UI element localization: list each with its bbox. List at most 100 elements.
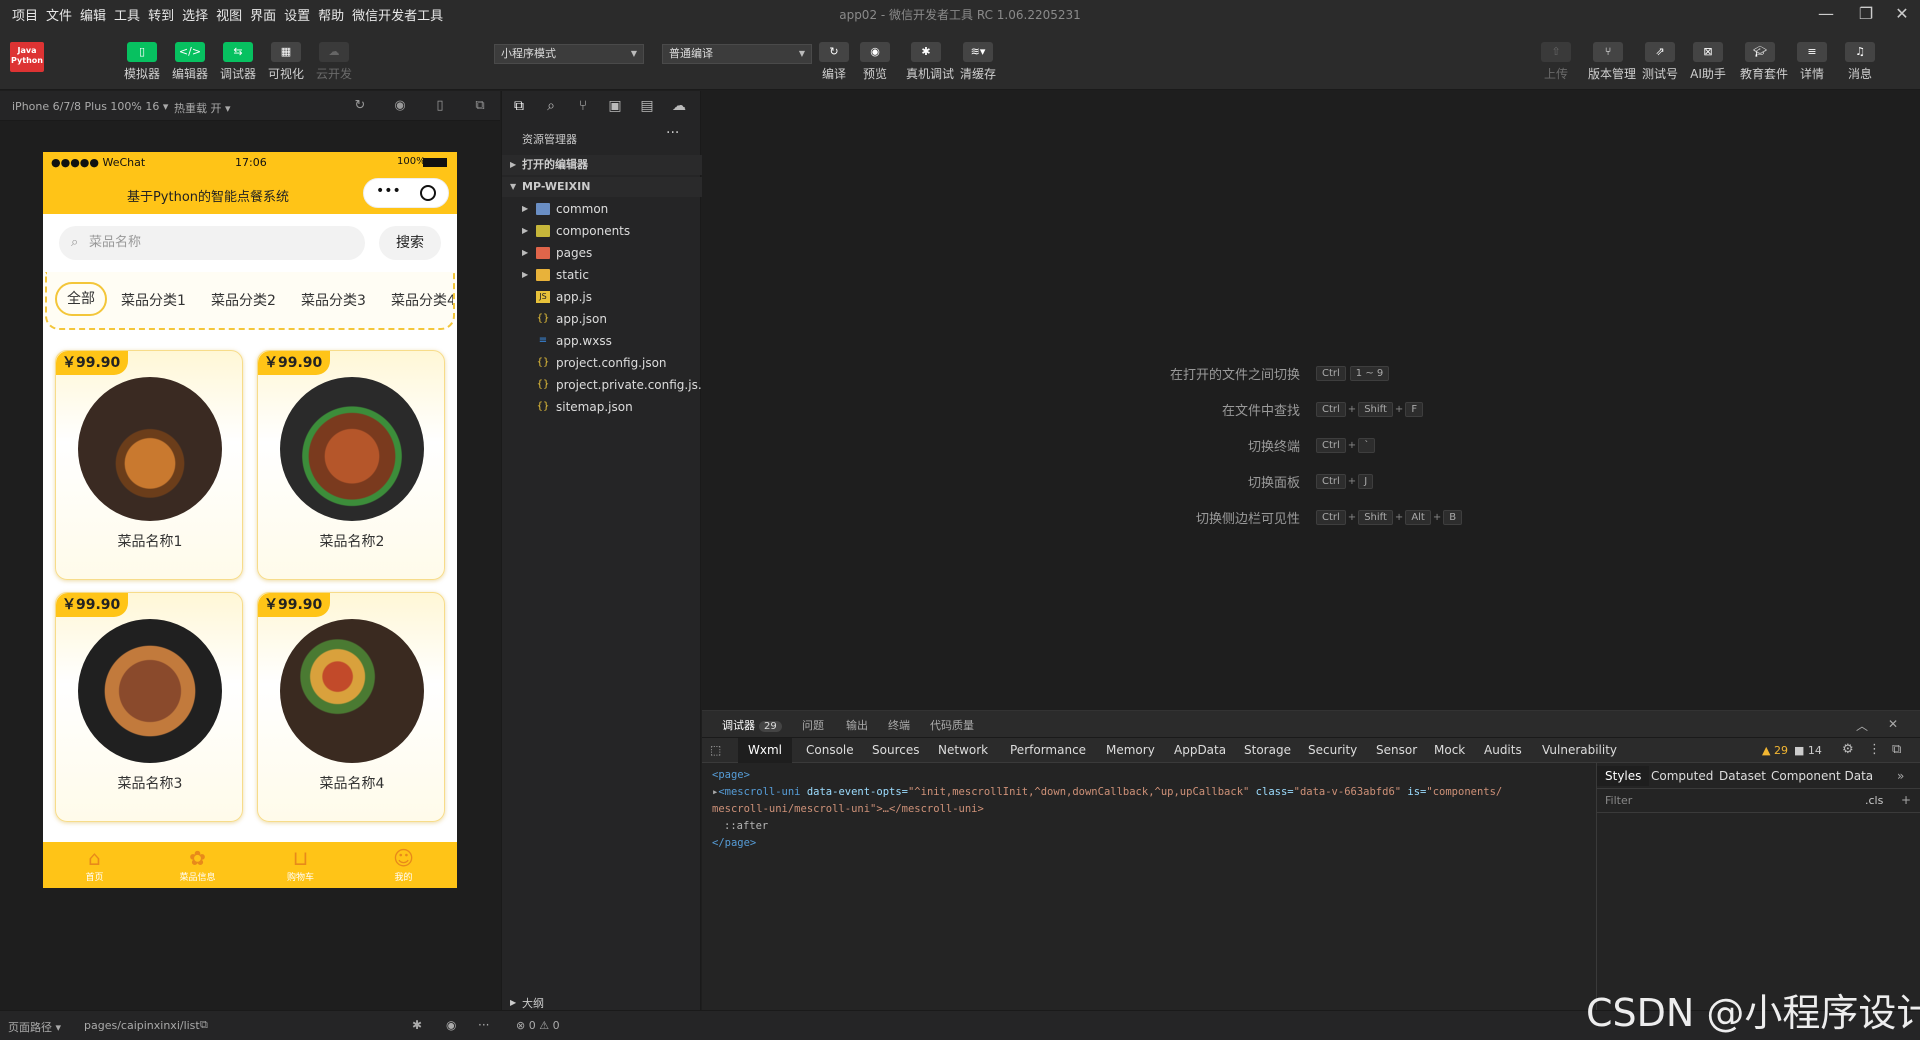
tab-styles[interactable]: Styles: [1597, 766, 1650, 786]
capsule-menu[interactable]: •••: [363, 178, 449, 208]
menu-select[interactable]: 选择: [178, 5, 212, 24]
docker-icon[interactable]: ☁: [670, 97, 688, 115]
dish-card[interactable]: ￥99.90 菜品名称3: [55, 592, 243, 822]
files-icon[interactable]: ⧉: [510, 97, 528, 115]
tab-appdata[interactable]: AppData: [1164, 738, 1236, 763]
tab-dishes[interactable]: ✿ 菜品信息: [146, 846, 249, 883]
messages-button[interactable]: ♫ 消息: [1840, 42, 1880, 82]
close-icon[interactable]: ✕: [1888, 717, 1898, 731]
menu-help[interactable]: 帮助: [314, 5, 348, 24]
dock-icon[interactable]: ⧉: [1892, 742, 1901, 757]
tab-debugger[interactable]: 调试器 29: [722, 717, 782, 733]
category-item[interactable]: 菜品分类1: [121, 290, 186, 310]
tab-sources[interactable]: Sources: [862, 738, 929, 763]
search-button[interactable]: 搜索: [379, 226, 441, 260]
tree-item-app-wxss[interactable]: ≡ app.wxss: [502, 331, 702, 351]
simulator-button[interactable]: ▯ 模拟器: [122, 42, 162, 82]
storage-icon[interactable]: ▤: [638, 97, 656, 115]
wxml-tree[interactable]: <page> ▸<mescroll-uni data-event-opts="^…: [712, 767, 1592, 1007]
more-icon[interactable]: •••: [376, 183, 401, 199]
tab-sensor[interactable]: Sensor: [1366, 738, 1427, 763]
tab-cart[interactable]: ⊔ 购物车: [249, 846, 352, 883]
menu-file[interactable]: 文件: [42, 5, 76, 24]
tab-vulnerability[interactable]: Vulnerability: [1532, 738, 1627, 763]
bug-icon[interactable]: ✱: [412, 1018, 422, 1032]
chevron-right-icon[interactable]: »: [1897, 769, 1904, 783]
category-item[interactable]: 菜品分类4: [391, 290, 453, 310]
ai-assistant-button[interactable]: ⊠ AI助手: [1688, 42, 1728, 82]
tree-item-common[interactable]: ▶ common: [502, 199, 702, 219]
tab-performance[interactable]: Performance: [1000, 738, 1096, 763]
compile-select[interactable]: 普通编译 ▼: [662, 44, 812, 64]
more-icon[interactable]: ···: [478, 1018, 489, 1032]
tab-mock[interactable]: Mock: [1424, 738, 1475, 763]
category-all[interactable]: 全部: [55, 282, 107, 316]
outline-section[interactable]: ▶ 大纲: [502, 995, 702, 1011]
tab-component-data[interactable]: Component Data: [1771, 769, 1873, 783]
kebab-icon[interactable]: ⋮: [1868, 742, 1881, 757]
tree-item-components[interactable]: ▶ components: [502, 221, 702, 241]
close-icon[interactable]: ✕: [1888, 2, 1916, 26]
tree-item-project-config[interactable]: {} project.config.json: [502, 353, 702, 373]
root-folder-section[interactable]: ▼ MP-WEIXIN: [502, 177, 702, 197]
stop-icon[interactable]: ◉: [392, 98, 408, 114]
menu-project[interactable]: 项目: [8, 5, 42, 24]
tab-audits[interactable]: Audits: [1474, 738, 1532, 763]
menu-settings[interactable]: 设置: [280, 5, 314, 24]
tree-item-app-json[interactable]: {} app.json: [502, 309, 702, 329]
more-icon[interactable]: ···: [666, 125, 679, 141]
tab-storage[interactable]: Storage: [1234, 738, 1301, 763]
problems-count[interactable]: ⊗ 0 ⚠ 0: [516, 1019, 560, 1032]
plus-icon[interactable]: +: [1901, 793, 1911, 807]
cls-toggle[interactable]: .cls: [1865, 794, 1883, 807]
tab-memory[interactable]: Memory: [1096, 738, 1165, 763]
close-mini-icon[interactable]: [420, 185, 436, 201]
menu-view[interactable]: 视图: [212, 5, 246, 24]
restore-icon[interactable]: ❐: [1852, 2, 1880, 26]
dish-card[interactable]: ￥99.90 菜品名称4: [257, 592, 445, 822]
search-input[interactable]: 菜品名称: [59, 226, 365, 260]
preview-button[interactable]: ◉ 预览: [855, 42, 895, 82]
info-count[interactable]: ■ 14: [1794, 744, 1822, 757]
category-item[interactable]: 菜品分类3: [301, 290, 366, 310]
tree-item-app-js[interactable]: JS app.js: [502, 287, 702, 307]
dish-card[interactable]: ￥99.90 菜品名称2: [257, 350, 445, 580]
compile-button[interactable]: ↻ 编译: [814, 42, 854, 82]
extensions-icon[interactable]: ▣: [606, 97, 624, 115]
menu-ui[interactable]: 界面: [246, 5, 280, 24]
open-editors-section[interactable]: ▶ 打开的编辑器: [502, 155, 702, 175]
copy-icon[interactable]: ⧉: [200, 1018, 208, 1032]
tree-item-static[interactable]: ▶ static: [502, 265, 702, 285]
tab-issues[interactable]: 问题: [802, 717, 824, 733]
clear-cache-button[interactable]: ≋▾ 清缓存: [958, 42, 998, 82]
phone-icon[interactable]: ▯: [432, 98, 448, 114]
dish-card[interactable]: ￥99.90 菜品名称1: [55, 350, 243, 580]
search-icon[interactable]: ⌕: [542, 97, 560, 115]
refresh-icon[interactable]: ↻: [352, 98, 368, 114]
tab-mine[interactable]: ☺ 我的: [352, 846, 455, 883]
collapse-icon[interactable]: ︿: [1856, 717, 1868, 734]
remote-debug-button[interactable]: ✱ 真机调试: [906, 42, 954, 82]
tab-computed[interactable]: Computed: [1651, 769, 1713, 783]
debugger-button[interactable]: ⇆ 调试器: [218, 42, 258, 82]
details-button[interactable]: ≡ 详情: [1792, 42, 1832, 82]
visual-button[interactable]: ▦ 可视化: [266, 42, 306, 82]
tab-home[interactable]: ⌂ 首页: [43, 846, 146, 883]
minimize-icon[interactable]: —: [1812, 2, 1840, 26]
tab-network[interactable]: Network: [928, 738, 998, 763]
warning-count[interactable]: ▲ 29: [1762, 744, 1788, 757]
source-control-icon[interactable]: ⑂: [574, 97, 592, 115]
tab-console[interactable]: Console: [796, 738, 864, 763]
tree-item-sitemap[interactable]: {} sitemap.json: [502, 397, 702, 417]
device-select[interactable]: iPhone 6/7/8 Plus 100% 16 ▾: [12, 100, 168, 113]
detach-icon[interactable]: ⧉: [472, 98, 488, 114]
tab-output[interactable]: 输出: [846, 717, 868, 733]
tab-security[interactable]: Security: [1298, 738, 1367, 763]
tab-wxml[interactable]: Wxml: [738, 738, 792, 763]
category-item[interactable]: 菜品分类2: [211, 290, 276, 310]
edu-kit-button[interactable]: 🎓︎ 教育套件: [1740, 42, 1788, 82]
tree-item-project-private-config[interactable]: {} project.private.config.js...: [502, 375, 710, 395]
tab-code-quality[interactable]: 代码质量: [930, 717, 974, 733]
menu-wechat-devtools[interactable]: 微信开发者工具: [348, 5, 447, 24]
gear-icon[interactable]: ⚙: [1842, 742, 1854, 757]
